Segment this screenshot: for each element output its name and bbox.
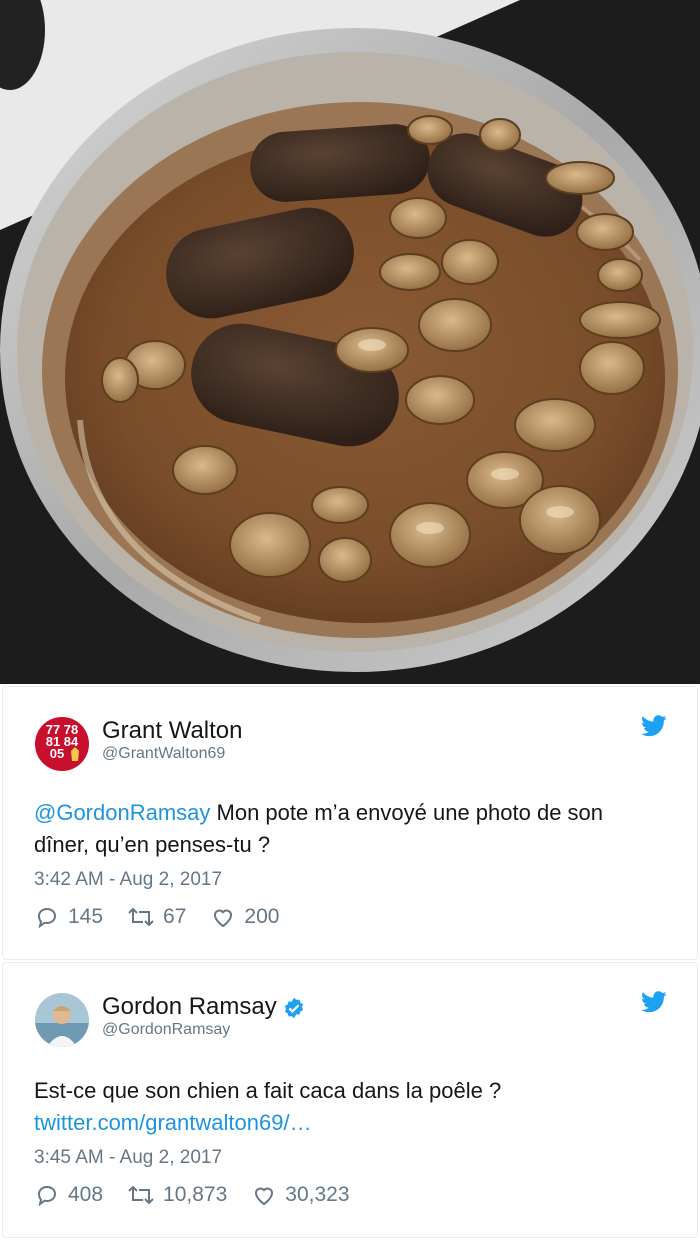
author-handle[interactable]: @GordonRamsay xyxy=(102,1021,230,1039)
author-name-text[interactable]: Gordon Ramsay xyxy=(102,993,277,1020)
tweet-photo[interactable] xyxy=(0,0,700,684)
retweet-icon xyxy=(128,1185,154,1205)
like-count: 30,323 xyxy=(285,1183,350,1206)
avatar[interactable] xyxy=(35,993,89,1047)
reply-count: 145 xyxy=(68,905,104,928)
retweet-icon xyxy=(128,907,154,927)
author-name[interactable]: Grant Walton xyxy=(102,717,243,745)
tweet-actions: 145 67 200 xyxy=(34,905,303,929)
liverpool-avatar-icon: 77 78 81 84 05 xyxy=(35,717,89,771)
avatar-text-line: 05 xyxy=(50,746,64,761)
author-handle[interactable]: @GrantWalton69 xyxy=(102,745,225,763)
tweet-text: Est-ce que son chien a fait caca dans la… xyxy=(34,1075,654,1139)
mention-link[interactable]: @GordonRamsay xyxy=(34,800,210,825)
tweet-card[interactable]: Gordon Ramsay @GordonRamsay Est-ce que s… xyxy=(2,962,698,1238)
tweet-card[interactable]: 77 78 81 84 05 Grant Walton @GrantWalton… xyxy=(2,686,698,960)
retweet-count: 67 xyxy=(163,905,187,928)
avatar[interactable]: 77 78 81 84 05 xyxy=(35,717,89,771)
author-name[interactable]: Gordon Ramsay xyxy=(102,993,305,1021)
reply-icon xyxy=(37,1185,57,1207)
tweet-text: @GordonRamsay Mon pote m’a envoyé une ph… xyxy=(34,797,654,861)
pan-photo-image xyxy=(0,0,700,684)
like-count: 200 xyxy=(244,905,280,928)
tweet-timestamp[interactable]: 3:45 AM - Aug 2, 2017 xyxy=(34,1147,222,1169)
tweet-link[interactable]: twitter.com/grantwalton69/… xyxy=(34,1107,654,1139)
gordon-avatar-icon xyxy=(35,993,89,1047)
tweet-timestamp[interactable]: 3:42 AM - Aug 2, 2017 xyxy=(34,869,222,891)
reply-button[interactable]: 408 xyxy=(34,1183,103,1207)
retweet-button[interactable]: 67 xyxy=(127,905,186,929)
like-button[interactable]: 200 xyxy=(210,905,279,929)
reply-count: 408 xyxy=(68,1183,104,1206)
like-button[interactable]: 30,323 xyxy=(251,1183,350,1207)
tweet-actions: 408 10,873 30,323 xyxy=(34,1183,374,1207)
reply-icon xyxy=(37,907,57,929)
twitter-bird-icon[interactable] xyxy=(641,715,667,737)
tweet-body: Est-ce que son chien a fait caca dans la… xyxy=(34,1078,502,1103)
verified-badge-icon xyxy=(284,997,303,1018)
retweet-button[interactable]: 10,873 xyxy=(127,1183,227,1207)
heart-icon xyxy=(255,1187,274,1206)
heart-icon xyxy=(214,909,233,928)
retweet-count: 10,873 xyxy=(163,1183,228,1206)
twitter-bird-icon[interactable] xyxy=(641,991,667,1013)
reply-button[interactable]: 145 xyxy=(34,905,103,929)
